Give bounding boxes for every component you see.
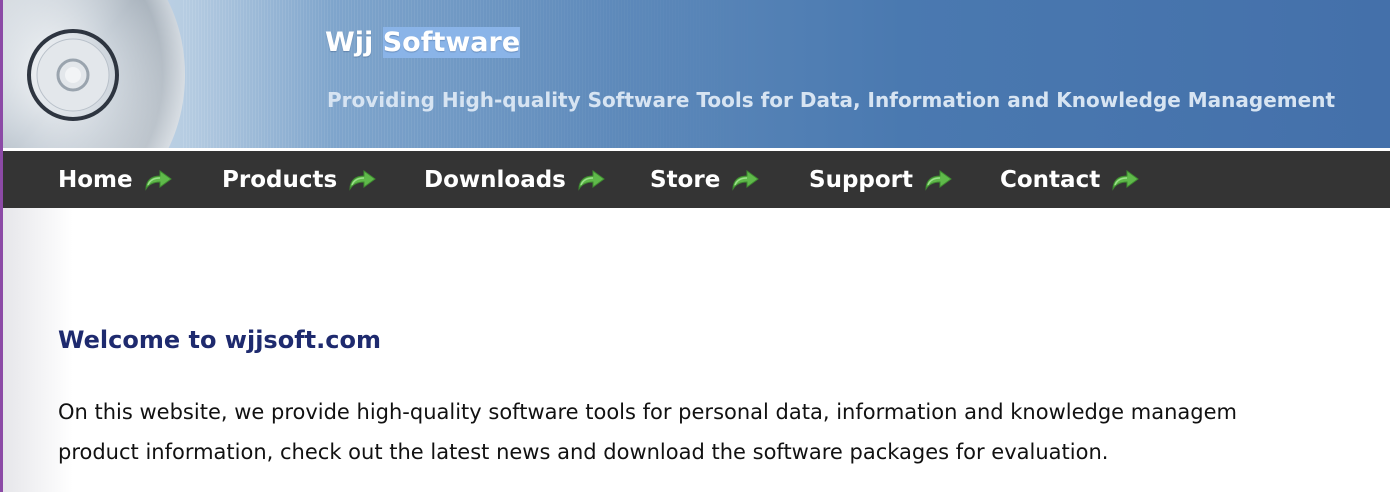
page: Wjj Software Providing High-quality Soft… (0, 0, 1390, 492)
window-left-edge (0, 0, 3, 492)
intro-paragraph: On this website, we provide high-quality… (58, 392, 1390, 472)
nav-item-contact[interactable]: Contact (1000, 151, 1140, 208)
nav-item-store[interactable]: Store (650, 151, 760, 208)
nav-item-label: Downloads (424, 166, 566, 193)
nav-item-label: Home (58, 166, 133, 193)
site-title-part1: Wjj (325, 27, 383, 58)
site-tagline: Providing High-quality Software Tools fo… (327, 88, 1335, 112)
cd-disc-icon (3, 0, 185, 150)
nav-item-support[interactable]: Support (809, 151, 953, 208)
nav-item-label: Products (222, 166, 338, 193)
site-title: Wjj Software (325, 24, 521, 64)
intro-paragraph-line-2: product information, check out the lates… (58, 440, 1109, 464)
header-stripes-decoration (183, 0, 783, 150)
main-navigation: Home Products Downloads Store Support Co… (3, 151, 1390, 208)
intro-paragraph-line-1: On this website, we provide high-quality… (58, 400, 1237, 424)
site-title-selected-text: Software (382, 27, 521, 58)
nav-item-products[interactable]: Products (222, 151, 377, 208)
nav-item-label: Support (809, 166, 914, 193)
site-header-banner: Wjj Software Providing High-quality Soft… (3, 0, 1390, 150)
nav-item-label: Contact (1000, 166, 1101, 193)
nav-item-downloads[interactable]: Downloads (424, 151, 606, 208)
green-arrow-icon (1112, 169, 1140, 191)
green-arrow-icon (578, 169, 605, 191)
green-arrow-icon (732, 169, 760, 191)
green-arrow-icon (145, 169, 172, 191)
nav-item-label: Store (650, 166, 721, 193)
nav-item-home[interactable]: Home (58, 151, 173, 208)
green-arrow-icon (349, 169, 377, 191)
welcome-heading: Welcome to wjjsoft.com (58, 326, 381, 354)
green-arrow-icon (925, 169, 952, 191)
